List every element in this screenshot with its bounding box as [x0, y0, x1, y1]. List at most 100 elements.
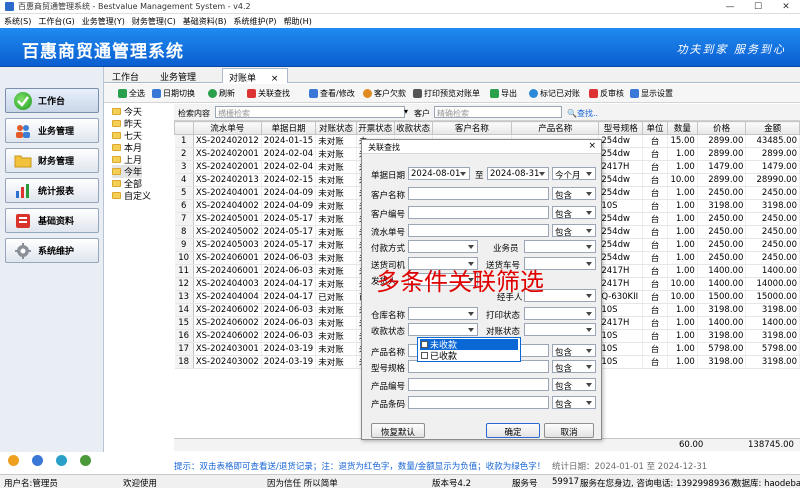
recon-status-label: 对账状态 [486, 327, 521, 337]
nav-basic-data-button[interactable]: 基础资料 [5, 208, 99, 233]
product-code-field[interactable] [408, 378, 549, 391]
collection-status-label: 收款状态 [371, 327, 406, 337]
date-range-select[interactable]: 今个月 [552, 167, 596, 181]
menu-workbench[interactable]: 工作台(G) [38, 16, 74, 27]
table-cell: 254dw [598, 173, 644, 187]
exit-icon[interactable] [80, 455, 91, 466]
display-settings-button[interactable]: 显示设置 [630, 88, 673, 99]
nav-report-button[interactable]: 统计报表 [5, 178, 99, 203]
maximize-button[interactable]: ☐ [744, 2, 772, 12]
nav-finance-button[interactable]: 财务管理 [5, 148, 99, 173]
calculator-icon[interactable] [56, 455, 67, 466]
barcode-field[interactable] [408, 396, 549, 409]
customer-code-match[interactable]: 包含 [552, 206, 596, 220]
view-edit-button[interactable]: 查看/修改 [309, 88, 355, 99]
model-spec-match[interactable]: 包含 [552, 360, 596, 374]
table-cell: 1.00 [667, 303, 698, 317]
customer-debt-button[interactable]: 客户欠款 [363, 88, 406, 99]
product-code-match[interactable]: 包含 [552, 378, 596, 392]
mark-reconciled-button[interactable]: 标记已对账 [529, 88, 580, 99]
customer-name-match[interactable]: 包含 [552, 187, 596, 201]
print-preview-button[interactable]: 打印预览对账单 [413, 88, 480, 99]
menu-system[interactable]: 系统(S) [4, 16, 31, 27]
collection-status-select[interactable] [408, 323, 478, 336]
info-icon[interactable] [32, 455, 43, 466]
search-dropdown-icon[interactable]: ▾ [350, 106, 410, 118]
nav-maintenance-button[interactable]: 系统维护 [5, 238, 99, 263]
table-cell: 1.00 [667, 199, 698, 213]
unaudit-icon [589, 89, 598, 98]
serial-no-field[interactable] [408, 224, 549, 237]
table-cell: 10S [598, 199, 644, 213]
customer-input[interactable]: 精确检索 [434, 106, 562, 118]
barcode-match[interactable]: 包含 [552, 396, 596, 410]
export-button[interactable]: 导出 [490, 88, 517, 99]
tab-workbench[interactable]: 工作台 [106, 68, 145, 83]
table-cell: 2450.00 [697, 186, 747, 200]
table-cell: 15000.00 [745, 290, 800, 304]
recon-status-select[interactable] [524, 323, 596, 336]
table-cell: 10.00 [667, 290, 698, 304]
column-header[interactable]: 价格 [696, 121, 747, 135]
date-from-picker[interactable]: 2024-08-01 [408, 167, 470, 180]
menu-finance[interactable]: 财务管理(C) [132, 16, 176, 27]
refresh-button[interactable]: 刷新 [208, 88, 235, 99]
customer-name-label: 客户名称 [371, 191, 406, 201]
cancel-button[interactable]: 取消 [544, 423, 594, 438]
reset-button[interactable]: 恢复默认 [371, 423, 425, 438]
related-search-button[interactable]: 关联查找 [247, 88, 290, 99]
tab-statement[interactable]: 对账单 × [222, 68, 288, 84]
unaudit-button[interactable]: 反审核 [589, 88, 624, 99]
table-cell: 2450.00 [745, 212, 800, 226]
status-welcome: 欢迎使用 [123, 479, 158, 489]
left-nav: 工作台 业务管理 财务管理 统计报表 基础资料 系统维护 [0, 67, 104, 466]
table-cell: 2450.00 [745, 251, 800, 265]
nav-business-button[interactable]: 业务管理 [5, 118, 99, 143]
select-all-button[interactable]: 全选 [118, 88, 145, 99]
column-header[interactable]: 客户名称 [431, 121, 513, 135]
warehouse-select[interactable] [408, 307, 478, 320]
table-cell: 台 [642, 277, 668, 291]
column-header[interactable]: 单据日期 [260, 121, 317, 135]
table-cell: 1.00 [667, 355, 698, 369]
find-button[interactable]: 🔍查找.. [567, 108, 598, 119]
table-cell: 10S [598, 342, 644, 356]
serial-no-match[interactable]: 包含 [552, 224, 596, 238]
column-header[interactable]: 收款状态 [393, 121, 433, 135]
column-header[interactable] [174, 121, 194, 135]
payment-method-select[interactable] [408, 240, 478, 253]
date-switch-button[interactable]: 日期切换 [152, 88, 195, 99]
nav-label: 系统维护 [38, 247, 75, 257]
column-header[interactable]: 开票状态 [355, 121, 395, 135]
menu-business[interactable]: 业务管理(Y) [82, 16, 125, 27]
total-qty: 60.00 [679, 440, 704, 450]
dialog-close-icon[interactable]: × [588, 141, 596, 151]
ok-button[interactable]: 确定 [486, 423, 540, 438]
tab-close-icon[interactable]: × [271, 74, 279, 84]
print-status-select[interactable] [524, 307, 596, 320]
tab-business[interactable]: 业务管理 [154, 68, 202, 83]
menu-help[interactable]: 帮助(H) [284, 16, 312, 27]
customer-code-field[interactable] [408, 206, 549, 219]
column-header[interactable]: 单位 [642, 121, 668, 135]
date-to-picker[interactable]: 2024-08-31 [487, 167, 549, 180]
tree-item-custom[interactable]: 自定义 [112, 189, 151, 202]
minimize-button[interactable]: — [716, 2, 744, 12]
menu-maintenance[interactable]: 系统维护(P) [233, 16, 276, 27]
close-button[interactable]: ✕ [772, 2, 800, 12]
column-header[interactable]: 金额 [745, 121, 800, 135]
salesman-select[interactable] [524, 240, 596, 253]
product-name-match[interactable]: 包含 [552, 344, 596, 358]
column-header[interactable]: 型号规格 [598, 121, 644, 135]
lock-icon[interactable] [8, 455, 19, 466]
menu-basic-data[interactable]: 基础资料(B) [183, 16, 227, 27]
option-collected[interactable]: 已收款 [420, 350, 518, 362]
column-header[interactable]: 流水单号 [192, 121, 262, 135]
column-header[interactable]: 数量 [666, 121, 698, 135]
customer-name-field[interactable] [408, 187, 549, 200]
column-header[interactable]: 产品名称 [511, 121, 600, 135]
table-cell: 254dw [598, 186, 644, 200]
nav-workbench-button[interactable]: 工作台 [5, 88, 99, 113]
column-header[interactable]: 对账状态 [315, 121, 357, 135]
nav-label: 财务管理 [38, 157, 75, 167]
